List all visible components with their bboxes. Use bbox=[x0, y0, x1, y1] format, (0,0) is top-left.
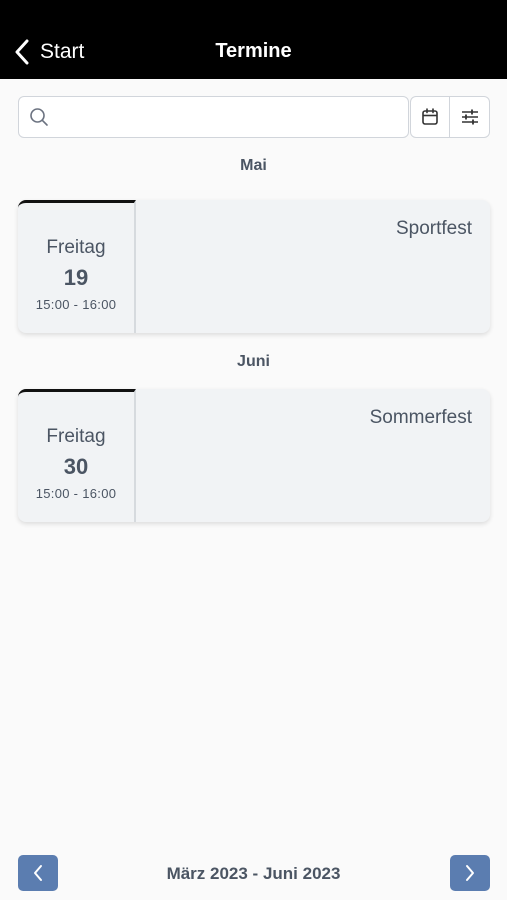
event-title: Sommerfest bbox=[369, 407, 472, 428]
event-date: Freitag 30 15:00 - 16:00 bbox=[18, 389, 136, 522]
calendar-icon bbox=[422, 108, 438, 125]
search-input[interactable] bbox=[57, 98, 408, 136]
event-time: 15:00 - 16:00 bbox=[35, 485, 117, 501]
calendar-button[interactable] bbox=[410, 96, 450, 138]
event-time: 15:00 - 16:00 bbox=[35, 296, 117, 312]
next-range-button[interactable] bbox=[450, 855, 490, 891]
filter-button[interactable] bbox=[450, 96, 490, 138]
page-title: Termine bbox=[215, 40, 292, 62]
date-range-label: März 2023 - Juni 2023 bbox=[166, 864, 341, 883]
search-icon bbox=[30, 108, 48, 126]
event-date: Freitag 19 15:00 - 16:00 bbox=[18, 200, 136, 333]
event-card[interactable]: Freitag 19 15:00 - 16:00 Sportfest bbox=[18, 200, 490, 333]
search-toolbar bbox=[18, 96, 490, 138]
search-field[interactable] bbox=[18, 96, 409, 138]
navigation-bar: Start Termine bbox=[0, 0, 507, 79]
event-weekday: Freitag bbox=[46, 425, 106, 447]
event-card[interactable]: Freitag 30 15:00 - 16:00 Sommerfest bbox=[18, 389, 490, 522]
event-day: 30 bbox=[63, 453, 89, 479]
event-title: Sportfest bbox=[395, 218, 472, 239]
event-weekday: Freitag bbox=[46, 236, 106, 258]
event-day: 19 bbox=[63, 264, 89, 290]
month-header-mai: Mai bbox=[240, 157, 267, 174]
sliders-icon bbox=[461, 109, 478, 125]
month-header-juni: Juni bbox=[237, 353, 270, 370]
chevron-right-icon bbox=[466, 865, 474, 881]
